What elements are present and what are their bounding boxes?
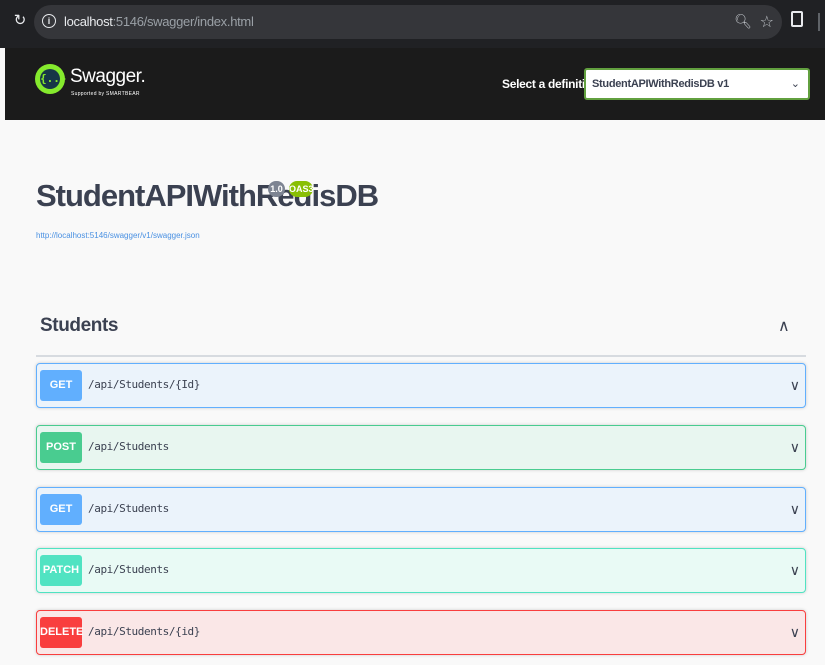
operation-delete-student[interactable]: DELETE /api/Students/{id} ∨ (36, 610, 806, 655)
zoom-icon[interactable]: 🔍︎ (734, 13, 752, 30)
operation-patch-students[interactable]: PATCH /api/Students ∨ (36, 548, 806, 593)
swagger-logo-icon[interactable]: {..} (35, 64, 67, 94)
operation-path: /api/Students (88, 563, 169, 576)
chevron-up-icon[interactable]: ∧ (778, 316, 790, 336)
method-badge: DELETE (40, 617, 83, 648)
swagger-topbar: {..} Swagger. Supported by SMARTBEAR Sel… (5, 48, 825, 120)
operation-post-students[interactable]: POST /api/Students ∨ (36, 425, 806, 470)
tag-title[interactable]: Students (40, 315, 118, 337)
method-badge: GET (40, 370, 82, 401)
definition-select[interactable]: StudentAPIWithRedisDB v1 ⌄ (584, 68, 810, 100)
star-icon[interactable]: ☆ (760, 12, 774, 32)
operation-get-students[interactable]: GET /api/Students ∨ (36, 487, 806, 532)
url-host: localhost (64, 14, 113, 29)
chevron-down-icon[interactable]: ∨ (790, 624, 800, 641)
address-bar[interactable]: i localhost:5146/swagger/index.html 🔍︎ ☆ (34, 5, 782, 39)
chevron-down-icon[interactable]: ∨ (790, 377, 800, 394)
extension-icon[interactable] (791, 11, 803, 27)
tag-divider (36, 355, 806, 357)
method-badge: PATCH (40, 555, 82, 586)
info-icon[interactable]: i (42, 14, 56, 28)
operation-path: /api/Students (88, 502, 169, 515)
brand-subtitle: Supported by SMARTBEAR (71, 91, 140, 97)
brand-name: Swagger. (70, 66, 146, 87)
method-badge: POST (40, 432, 82, 463)
chevron-down-icon[interactable]: ∨ (790, 439, 800, 456)
chevron-down-icon: ⌄ (790, 78, 800, 90)
oas-badge: OAS3 (289, 181, 314, 197)
spec-url-link[interactable]: http://localhost:5146/swagger/v1/swagger… (36, 231, 200, 240)
definition-selected-value: StudentAPIWithRedisDB v1 (592, 78, 729, 90)
toolbar-divider (818, 13, 820, 31)
chevron-down-icon[interactable]: ∨ (790, 562, 800, 579)
operation-path: /api/Students (88, 440, 169, 453)
operation-path: /api/Students/{id} (88, 625, 201, 638)
browser-toolbar: ↻ i localhost:5146/swagger/index.html 🔍︎… (0, 0, 825, 48)
operation-get-student-by-id[interactable]: GET /api/Students/{Id} ∨ (36, 363, 806, 408)
method-badge: GET (40, 494, 82, 525)
logo-braces: {..} (40, 69, 67, 89)
api-title: StudentAPIWithRedisDB (36, 178, 379, 213)
version-badge: 1.0 (268, 181, 285, 197)
chevron-down-icon[interactable]: ∨ (790, 501, 800, 518)
url-path: :5146/swagger/index.html (112, 14, 254, 29)
reload-icon[interactable]: ↻ (10, 10, 30, 32)
operation-path: /api/Students/{Id} (88, 378, 201, 391)
url-text[interactable]: localhost:5146/swagger/index.html (64, 14, 254, 29)
